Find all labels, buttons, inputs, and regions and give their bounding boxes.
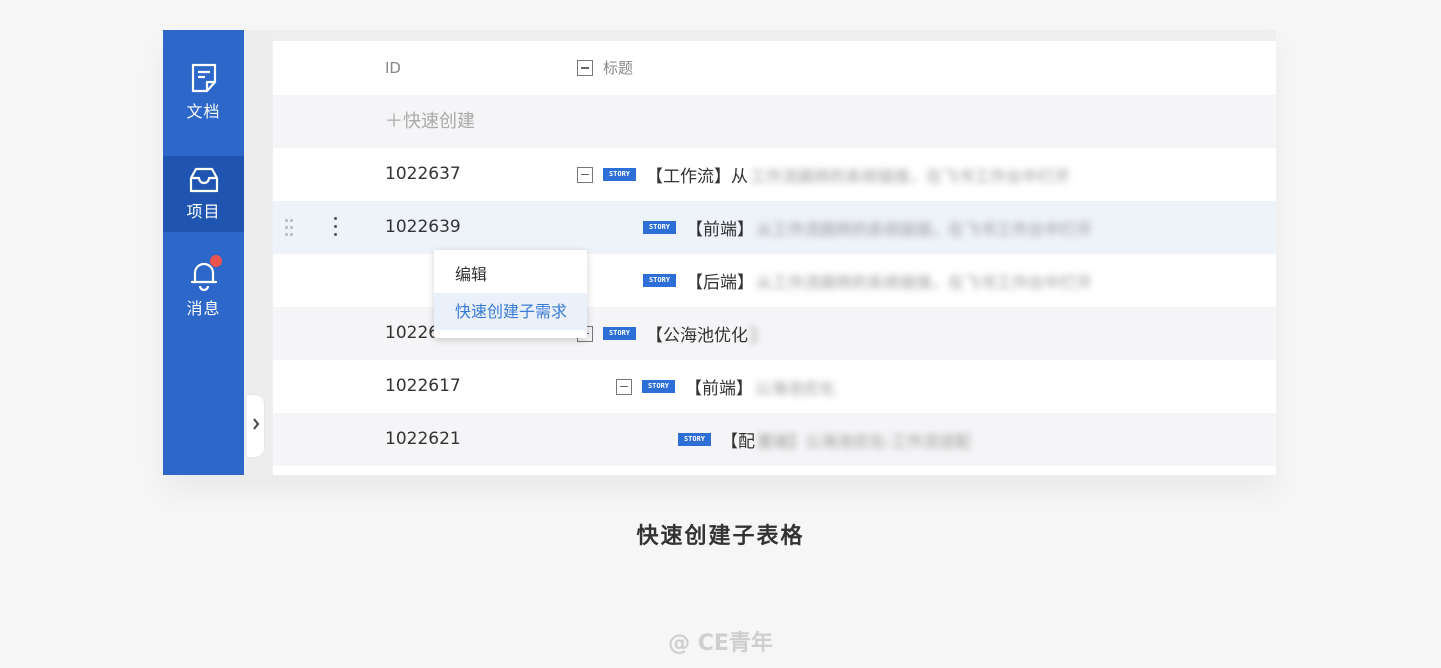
story-tag: STORY: [678, 433, 711, 446]
drag-handle-icon[interactable]: [285, 217, 295, 239]
table-row[interactable]: 1022639 STORY 【前端】 从工作流跳转的系统链接，在飞书工作台中打开: [273, 201, 1276, 254]
collapse-toggle-icon[interactable]: [616, 378, 632, 395]
row-title-text: 【后端】: [686, 273, 754, 293]
figure-caption: 快速创建子表格: [636, 524, 805, 549]
row-id: 1022621: [385, 429, 461, 449]
context-menu: 编辑 快速创建子需求: [434, 250, 587, 338]
story-tag: STORY: [643, 274, 676, 287]
chevron-right-icon: [252, 418, 260, 434]
quick-create-label: 快速创建: [403, 111, 475, 132]
column-header-id: ID: [385, 59, 401, 77]
row-id: 1022637: [385, 164, 461, 184]
row-id: 1022639: [385, 217, 461, 237]
sidebar-item-label: 消息: [186, 299, 221, 318]
row-title[interactable]: STORY 【前端】 从工作流跳转的系统链接，在飞书工作台中打开: [643, 201, 1092, 254]
sidebar-item-label: 项目: [186, 202, 221, 221]
row-title-text: 【配: [721, 432, 755, 452]
sidebar-expand-button[interactable]: [247, 394, 265, 458]
row-title-blurred: 从工作流跳转的系统链接，在飞书工作台中打开: [756, 219, 1093, 239]
collapse-all-icon[interactable]: [577, 60, 593, 76]
row-title-text: 【前端】: [685, 379, 753, 399]
quick-create-row[interactable]: ＋快速创建: [273, 95, 1276, 148]
sidebar-item-docs[interactable]: 文档: [163, 54, 244, 130]
sidebar-item-label: 文档: [186, 102, 221, 121]
table-row[interactable]: 1022617 STORY 【前端】 公海池优化: [273, 360, 1276, 413]
row-title-blurred: 】: [750, 325, 767, 345]
story-tag: STORY: [603, 327, 636, 340]
table-row[interactable]: 1022621 STORY 【配 置端】公海池优化-工作流适配: [273, 413, 1276, 466]
row-title-blurred: 公海池优化: [755, 378, 836, 398]
plus-icon: ＋: [385, 111, 403, 132]
data-table: ID 标题 ＋快速创建 1022637 STORY 【工作流】从 工作流跳转的系…: [273, 41, 1276, 475]
document-icon: [189, 62, 219, 94]
row-title[interactable]: STORY 【工作流】从 工作流跳转的系统链接，在飞书工作台中打开: [577, 148, 1070, 201]
table-row[interactable]: 1022637 STORY 【工作流】从 工作流跳转的系统链接，在飞书工作台中打…: [273, 148, 1276, 201]
sidebar-item-messages[interactable]: 消息: [163, 251, 244, 327]
row-title[interactable]: STORY 【后端】 从工作流跳转的系统链接，在飞书工作台中打开: [643, 254, 1092, 307]
watermark: @ CE青年: [668, 631, 773, 656]
notification-badge: [209, 255, 222, 267]
row-title-text: 【工作流】从: [646, 167, 748, 187]
row-title[interactable]: STORY 【配 置端】公海池优化-工作流适配: [678, 413, 971, 466]
table-row[interactable]: STORY 【后端】 从工作流跳转的系统链接，在飞书工作台中打开: [273, 254, 1276, 307]
collapse-toggle-icon[interactable]: [577, 166, 593, 183]
row-title[interactable]: STORY 【前端】 公海池优化: [616, 360, 835, 413]
row-id: 1022617: [385, 376, 461, 396]
sidebar-item-projects[interactable]: 项目: [163, 156, 244, 232]
column-header-title-label: 标题: [603, 59, 634, 77]
quick-create-button[interactable]: ＋快速创建: [385, 95, 475, 148]
sidebar: 文档 项目 消息: [163, 30, 244, 475]
story-tag: STORY: [643, 221, 676, 234]
more-options-icon[interactable]: [331, 215, 341, 239]
row-title[interactable]: STORY 【公海池优化 】: [577, 307, 766, 360]
table-row[interactable]: 1022608 STORY 【公海池优化 】: [273, 307, 1276, 360]
app-window: 文档 项目 消息 ID 标题 ＋快速创建 1022637 STORY 【工作流】…: [163, 30, 1276, 475]
table-header: ID 标题: [273, 41, 1276, 95]
row-title-text: 【公海池优化: [646, 326, 748, 346]
table-row-partial: [273, 466, 1276, 475]
inbox-icon: [188, 166, 220, 194]
column-header-title: 标题: [577, 41, 633, 95]
row-title-blurred: 工作流跳转的系统链接，在飞书工作台中打开: [750, 166, 1071, 186]
story-tag: STORY: [603, 168, 636, 181]
story-tag: STORY: [642, 380, 675, 393]
row-title-blurred: 从工作流跳转的系统链接，在飞书工作台中打开: [756, 272, 1093, 292]
menu-item-edit[interactable]: 编辑: [434, 256, 587, 293]
menu-item-quick-create-subtask[interactable]: 快速创建子需求: [434, 293, 587, 330]
row-title-text: 【前端】: [686, 220, 754, 240]
row-title-blurred: 置端】公海池优化-工作流适配: [757, 431, 971, 451]
bell-icon: [189, 255, 222, 291]
